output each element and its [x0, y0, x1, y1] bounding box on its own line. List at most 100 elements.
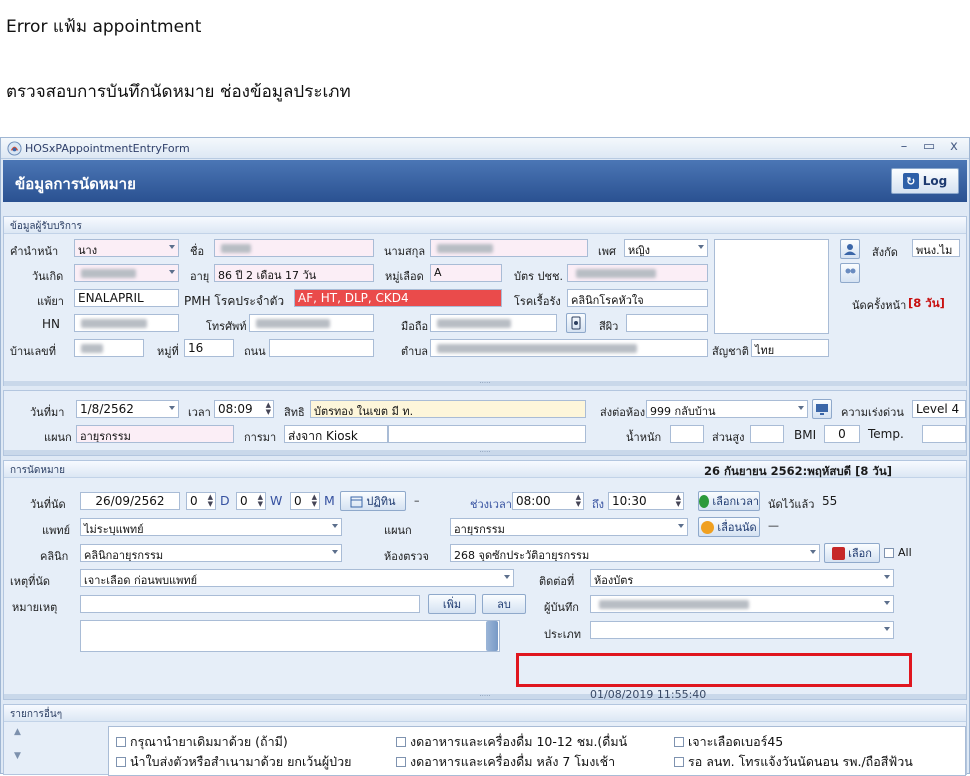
- visit-date-value: 1/8/2562: [80, 402, 134, 416]
- other-item-checkbox[interactable]: เจาะเลือดเบอร์45: [674, 732, 783, 752]
- hn-field[interactable]: [74, 314, 179, 332]
- blood-group-field[interactable]: A: [430, 264, 502, 282]
- visit-dept-value: อายุรกรรม: [80, 430, 131, 443]
- photo-upload-button[interactable]: [840, 263, 860, 283]
- name-input[interactable]: [214, 239, 374, 257]
- surname-input[interactable]: [430, 239, 588, 257]
- send-room-value: 999 กลับบ้าน: [650, 405, 716, 418]
- temp-field[interactable]: [922, 425, 966, 443]
- appt-date-field[interactable]: 26/09/2562: [80, 492, 180, 510]
- mobile-lookup-button[interactable]: [566, 313, 586, 333]
- right-value: บัตรทอง ในเขต มี ท.: [314, 405, 414, 418]
- chevron-down-icon: [698, 245, 704, 249]
- send-room-button[interactable]: [812, 399, 832, 419]
- visit-from-field[interactable]: ส่งจาก Kiosk: [284, 425, 388, 443]
- next-appt-label: นัดครั้งหน้า: [852, 299, 907, 312]
- urgency-field[interactable]: Level 4: [912, 400, 966, 418]
- recorder-select[interactable]: [590, 595, 894, 613]
- redacted-address: [437, 344, 637, 353]
- splitter[interactable]: ·····: [4, 380, 966, 387]
- note-input[interactable]: [80, 595, 420, 613]
- other-item-checkbox[interactable]: งดอาหารและเครื่องดื่ม หลัง 7 โมงเช้า: [396, 752, 615, 772]
- visit-from-label: การมา: [244, 431, 277, 444]
- time-from-field[interactable]: 08:00 ▲ ▼: [512, 492, 584, 510]
- week-offset-spinner[interactable]: 0 ▲ ▼: [236, 492, 266, 510]
- add-note-button[interactable]: เพิ่ม: [428, 594, 476, 614]
- birthdate-input[interactable]: [74, 264, 179, 282]
- redacted-name: [221, 244, 251, 253]
- delete-note-button[interactable]: ลบ: [482, 594, 526, 614]
- close-button[interactable]: x: [943, 139, 965, 154]
- scroll-up-icon[interactable]: ▲: [14, 727, 21, 737]
- weight-field[interactable]: [670, 425, 704, 443]
- prename-select[interactable]: นาง: [74, 239, 179, 257]
- right-label: สิทธิ: [284, 406, 305, 419]
- note-list-scrollbar[interactable]: [486, 621, 498, 651]
- weight-label: น้ำหนัก: [626, 431, 662, 444]
- calendar-button[interactable]: ปฏิทิน: [340, 491, 406, 511]
- clinic-label: คลินิก: [40, 550, 69, 563]
- photo-capture-button[interactable]: [840, 239, 860, 259]
- house-label: บ้านเลขที่: [10, 345, 56, 358]
- height-field[interactable]: [750, 425, 784, 443]
- record-datetime: 01/08/2019 11:55:40: [590, 688, 707, 701]
- log-button[interactable]: ↻ Log: [891, 168, 959, 194]
- type-field-highlight: [516, 653, 912, 687]
- pmh-field[interactable]: AF, HT, DLP, CKD4: [294, 289, 502, 307]
- monitor-icon: [816, 404, 828, 415]
- phone-field[interactable]: [249, 314, 374, 332]
- chronic-field[interactable]: คลินิกโรคหัวใจ: [567, 289, 708, 307]
- other-item-checkbox[interactable]: งดอาหารและเครื่องดื่ม 10-12 ชม.(ดื่มน้: [396, 732, 627, 752]
- road-field[interactable]: [269, 339, 374, 357]
- postpone-dash: —: [768, 519, 779, 532]
- postpone-button[interactable]: เลื่อนนัด: [698, 517, 760, 537]
- all-checkbox[interactable]: All: [884, 546, 912, 559]
- splitter[interactable]: ·····: [4, 449, 966, 456]
- cid-field[interactable]: [567, 264, 708, 282]
- time-to-field[interactable]: 10:30 ▲ ▼: [608, 492, 684, 510]
- select-room-button[interactable]: เลือก: [824, 543, 880, 563]
- minimize-button[interactable]: –: [893, 139, 915, 154]
- house-field[interactable]: [74, 339, 144, 357]
- note-list[interactable]: [80, 620, 500, 652]
- month-unit: M: [324, 493, 335, 508]
- visit-dept-label: แผนก: [44, 431, 72, 444]
- allergy-field[interactable]: ENALAPRIL: [74, 289, 179, 307]
- sex-select[interactable]: หญิง: [624, 239, 708, 257]
- visit-time-field[interactable]: 08:09 ▲ ▼: [214, 400, 274, 418]
- doctor-select[interactable]: ไม่ระบุแพทย์: [80, 518, 342, 536]
- cause-select[interactable]: เจาะเลือด ก่อนพบแพทย์: [80, 569, 514, 587]
- send-room-select[interactable]: 999 กลับบ้าน: [646, 400, 808, 418]
- contact-select[interactable]: ห้องบัตร: [590, 569, 894, 587]
- type-select[interactable]: [590, 621, 894, 639]
- room-select[interactable]: 268 จุดซักประวัติอายุรกรรม: [450, 544, 820, 562]
- booked-label: นัดไว้แล้ว: [768, 498, 815, 511]
- visit-date-select[interactable]: 1/8/2562: [76, 400, 179, 418]
- chevron-down-icon: [169, 245, 175, 249]
- choose-time-button[interactable]: เลือกเวลา: [698, 491, 760, 511]
- skin-field[interactable]: [626, 314, 708, 332]
- tambon-field[interactable]: [430, 339, 708, 357]
- other-item-checkbox[interactable]: รอ ลนท. โทรแจ้งวันนัดนอน รพ./ถือสีฟ้วน: [674, 752, 913, 772]
- right-field[interactable]: บัตรทอง ในเขต มี ท.: [310, 400, 586, 418]
- clinic-select[interactable]: คลินิกอายุรกรรม: [80, 544, 342, 562]
- month-offset-spinner[interactable]: 0 ▲ ▼: [290, 492, 320, 510]
- other-item-checkbox[interactable]: กรุณานำยาเดิมมาด้วย (ถ้ามี): [116, 732, 288, 752]
- splitter[interactable]: ·····: [4, 693, 966, 700]
- moo-field[interactable]: 16: [184, 339, 234, 357]
- window-titlebar[interactable]: HOSxPAppointmentEntryForm – ▭ x: [1, 138, 969, 159]
- user-icon: [844, 244, 856, 255]
- appt-dept-select[interactable]: อายุรกรรม: [450, 518, 688, 536]
- visit-from-detail[interactable]: [388, 425, 586, 443]
- other-item-checkbox[interactable]: นำใบส่งตัวหรือสำเนามาด้วย ยกเว้นผู้ป่วย: [116, 752, 351, 772]
- nation-field[interactable]: ไทย: [751, 339, 829, 357]
- skin-label: สีผิว: [599, 320, 619, 333]
- maximize-button[interactable]: ▭: [918, 139, 940, 154]
- mobile-field[interactable]: [430, 314, 557, 332]
- spin-icon[interactable]: ▲ ▼: [266, 402, 271, 416]
- day-offset-spinner[interactable]: 0 ▲ ▼: [186, 492, 216, 510]
- scroll-down-icon[interactable]: ▼: [14, 751, 21, 761]
- affil-field[interactable]: พนง.ไม: [912, 239, 960, 257]
- cause-label: เหตุที่นัด: [10, 575, 51, 588]
- chevron-down-icon: [884, 575, 890, 579]
